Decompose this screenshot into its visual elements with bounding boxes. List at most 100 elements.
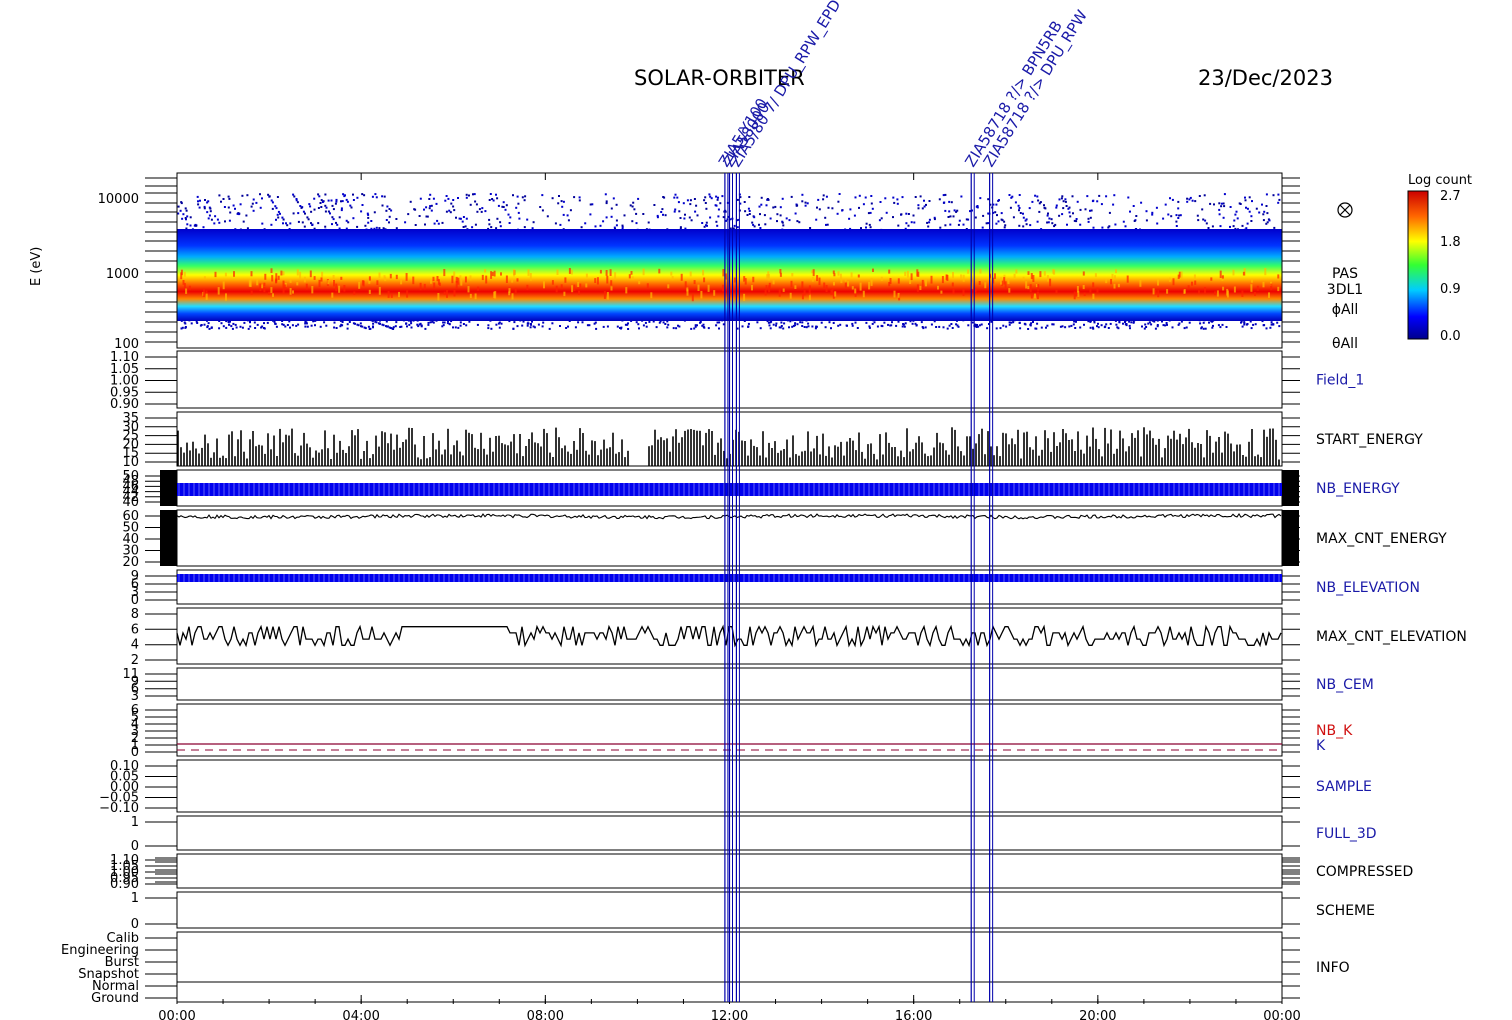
speckle-dot (905, 222, 908, 225)
speckle-dot (184, 207, 187, 210)
speckle-dot (331, 204, 334, 207)
speckle-dot (1048, 217, 1051, 220)
speckle-dot (1089, 326, 1092, 329)
speckle-dot (796, 204, 799, 207)
texture-streak (436, 276, 439, 282)
speckle-dot (801, 325, 804, 327)
speckle-dot (263, 327, 266, 330)
texture-streak (967, 269, 970, 274)
speckle-dot (410, 326, 413, 329)
texture-streak (1092, 293, 1095, 300)
speckle-dot (758, 205, 761, 208)
speckle-dot (354, 322, 356, 325)
speckle-dot (495, 193, 497, 196)
speckle-dot (917, 207, 920, 210)
texture-streak (854, 288, 857, 294)
speckle-dot (1037, 199, 1040, 202)
panel-label: FULL_3D (1316, 826, 1377, 842)
speckle-dot (1250, 215, 1253, 218)
texture-streak (320, 277, 323, 282)
speckle-dot (251, 202, 254, 205)
speckle-dot (605, 216, 608, 219)
texture-streak (1049, 278, 1052, 287)
speckle-dot (320, 199, 323, 202)
speckle-dot (776, 213, 779, 216)
texture-streak (605, 270, 608, 276)
texture-streak (670, 271, 673, 276)
speckle-dot (505, 204, 508, 207)
speckle-dot (565, 327, 568, 329)
speckle-dot (905, 212, 908, 215)
texture-streak (556, 269, 559, 275)
speckle-dot (923, 205, 926, 208)
speckle-dot (490, 327, 493, 330)
speckle-dot (208, 214, 211, 217)
speckle-dot (279, 212, 281, 215)
texture-streak (1046, 275, 1049, 282)
speckle-dot (858, 206, 860, 209)
speckle-dot (523, 226, 526, 229)
texture-streak (606, 292, 609, 300)
speckle-dot (1244, 199, 1247, 202)
speckle-dot (828, 321, 831, 324)
speckle-dot (406, 325, 408, 328)
texture-streak (768, 282, 771, 289)
speckle-dot (334, 202, 337, 205)
speckle-dot (1003, 220, 1006, 223)
speckle-dot (763, 214, 766, 217)
speckle-dot (867, 212, 870, 215)
speckle-dot (818, 208, 821, 211)
speckle-dot (331, 216, 334, 219)
speckle-dot (444, 199, 447, 202)
speckle-dot (1175, 220, 1178, 223)
speckle-dot (1124, 225, 1127, 228)
speckle-dot (981, 226, 984, 229)
speckle-dot (453, 209, 456, 212)
texture-streak (214, 271, 217, 278)
texture-streak (1187, 285, 1190, 289)
texture-streak (812, 269, 815, 277)
speckle-dot (854, 196, 857, 199)
speckle-dot (653, 204, 656, 206)
texture-streak (859, 282, 862, 291)
texture-streak (485, 275, 488, 284)
speckle-dot (382, 324, 385, 327)
speckle-dot (383, 195, 386, 198)
speckle-dot (715, 204, 718, 207)
speckle-dot (1019, 327, 1022, 330)
texture-streak (642, 268, 645, 276)
speckle-dot (1086, 195, 1089, 198)
texture-streak (1096, 287, 1099, 293)
speckle-dot (577, 321, 580, 324)
texture-streak (1089, 288, 1092, 293)
texture-streak (490, 271, 493, 279)
texture-streak (960, 274, 963, 280)
texture-streak (1055, 289, 1058, 293)
texture-streak (505, 275, 508, 283)
speckle-dot (595, 327, 598, 330)
texture-streak (921, 279, 924, 288)
texture-streak (625, 287, 628, 294)
speckle-dot (860, 227, 862, 230)
panel-ytick: 0 (131, 593, 139, 608)
texture-streak (1232, 269, 1235, 276)
speckle-dot (186, 223, 189, 226)
speckle-dot (638, 327, 640, 330)
speckle-dot (717, 215, 720, 218)
speckle-dot (367, 216, 370, 219)
speckle-dot (1062, 207, 1065, 210)
speckle-dot (414, 224, 417, 226)
texture-streak (1157, 278, 1159, 286)
speckle-dot (432, 321, 435, 324)
speckle-dot (1043, 204, 1045, 207)
speckle-dot (824, 326, 827, 329)
speckle-dot (471, 226, 474, 229)
speckle-dot (705, 224, 707, 227)
speckle-dot (1143, 327, 1146, 330)
speckle-dot (1132, 205, 1135, 207)
speckle-dot (868, 326, 871, 329)
solar-orbiter-summary-plot: SOLAR-ORBITER 23/Dec/2023 E (eV) 10000 1… (29, 0, 1472, 1020)
speckle-dot (627, 328, 630, 330)
speckle-dot (487, 327, 490, 330)
speckle-dot (253, 321, 256, 324)
